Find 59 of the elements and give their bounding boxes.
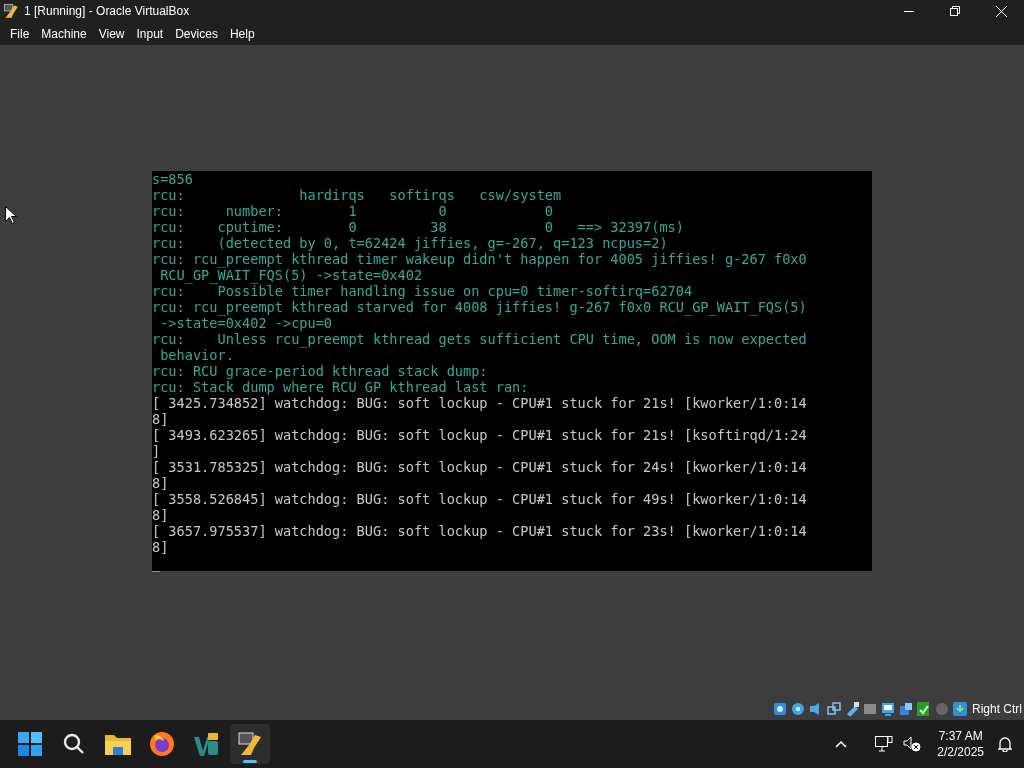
console-line: rcu: (detected by 0, t=62424 jiffies, g=-267, q=123 ncpus=2) — [152, 235, 668, 251]
console-line: 8] — [152, 411, 169, 427]
console-line: ] — [152, 443, 161, 459]
console-line: rcu: Possible timer handling issue on cpu=0 timer-softirq=62704 — [152, 283, 693, 299]
virtualbox-icon — [3, 3, 19, 19]
console-line: rcu: Stack dump where RCU GP kthread last ran: — [152, 379, 529, 395]
folder-icon — [105, 733, 131, 755]
restore-icon — [950, 6, 960, 16]
menu-item[interactable]: View — [92, 24, 131, 43]
capture-icon[interactable] — [899, 702, 913, 716]
menu-item[interactable]: Input — [130, 24, 170, 43]
menu-item[interactable]: File — [4, 24, 36, 43]
console-line: rcu: number: 1 0 0 — [152, 203, 554, 219]
menu-item[interactable]: Machine — [35, 24, 93, 43]
network-wired-icon[interactable] — [875, 736, 894, 752]
monitor-icon[interactable] — [881, 702, 895, 716]
menu-item[interactable]: Help — [223, 24, 261, 43]
console-line: 8] — [152, 539, 169, 555]
console-line: rcu: rcu_preempt kthread starved for 4008 jiffies! g-267 f0x0 RCU_GP_WAIT_FQS(5) — [152, 299, 807, 315]
bell-icon[interactable] — [998, 736, 1012, 752]
download-arrow-icon[interactable] — [953, 702, 967, 716]
active-indicator — [243, 760, 257, 763]
console-line: 8] — [152, 507, 169, 523]
chevron-up-icon[interactable] — [835, 740, 848, 748]
console-line: behavior. — [159, 347, 234, 363]
console-line: [ 3558.526845] watchdog: BUG: soft lockup - CPU#1 stuck for 49s! [kworker/1:0:14 — [152, 491, 807, 507]
console-line: [ 3425.734852] watchdog: BUG: soft lockup - CPU#1 stuck for 21s! [kworker/1:0:14 — [152, 395, 807, 411]
close-icon — [995, 5, 1007, 17]
pointer-icon — [5, 206, 17, 224]
host-key-label: Right Ctrl — [972, 701, 1022, 718]
console-line: [ 3657.975537] watchdog: BUG: soft lockup - CPU#1 stuck for 23s! [kworker/1:0:14 — [152, 523, 807, 539]
speaker-muted-icon[interactable] — [903, 736, 922, 752]
clock-time[interactable]: 7:37 AM — [938, 728, 983, 744]
console-line: rcu: Unless rcu_preempt kthread gets sufficient CPU time, OOM is now expected — [152, 331, 807, 347]
console-line: ->state=0x402 ->cpu=0 — [159, 315, 333, 331]
console-line: s=856 — [152, 171, 193, 187]
taskbar-app-button[interactable] — [230, 724, 270, 764]
windows-logo-icon — [18, 732, 42, 756]
console-line: rcu: rcu_preempt kthread timer wakeup didn't happen for 4005 jiffies! g-267 f0x0 — [152, 251, 807, 267]
console-line: [ 3493.623265] watchdog: BUG: soft lockup - CPU#1 stuck for 21s! [ksoftirqd/1:24 — [152, 427, 807, 443]
console-line: RCU_GP_WAIT_FQS(5) ->state=0x402 — [159, 267, 423, 283]
console-line: rcu: hardirqs softirqs csw/system — [152, 187, 562, 203]
text-cursor: _ — [152, 555, 161, 571]
clock-date[interactable]: 2/2/2025 — [937, 744, 984, 760]
minimize-icon — [904, 10, 914, 12]
network-icon[interactable] — [827, 702, 841, 716]
console-line: 8] — [152, 475, 169, 491]
usb-plug-icon[interactable] — [845, 702, 859, 716]
console-line: rcu: cputime: 0 38 0 ==> 32397(ms) — [152, 219, 684, 235]
window-title: 1 [Running] - Oracle VirtualBox — [24, 3, 190, 20]
vs-app-icon — [193, 731, 219, 757]
fox-globe-icon — [149, 731, 175, 757]
disc-icon[interactable] — [791, 702, 805, 716]
check-chip-icon[interactable] — [917, 702, 931, 716]
console-line: [ 3531.785325] watchdog: BUG: soft lockup - CPU#1 stuck for 24s! [kworker/1:0:14 — [152, 459, 807, 475]
console-line: rcu: RCU grace-period kthread stack dump: — [152, 363, 488, 379]
search-icon — [62, 732, 86, 756]
virtualbox-icon — [237, 731, 263, 757]
menu-item[interactable]: Devices — [169, 24, 224, 43]
